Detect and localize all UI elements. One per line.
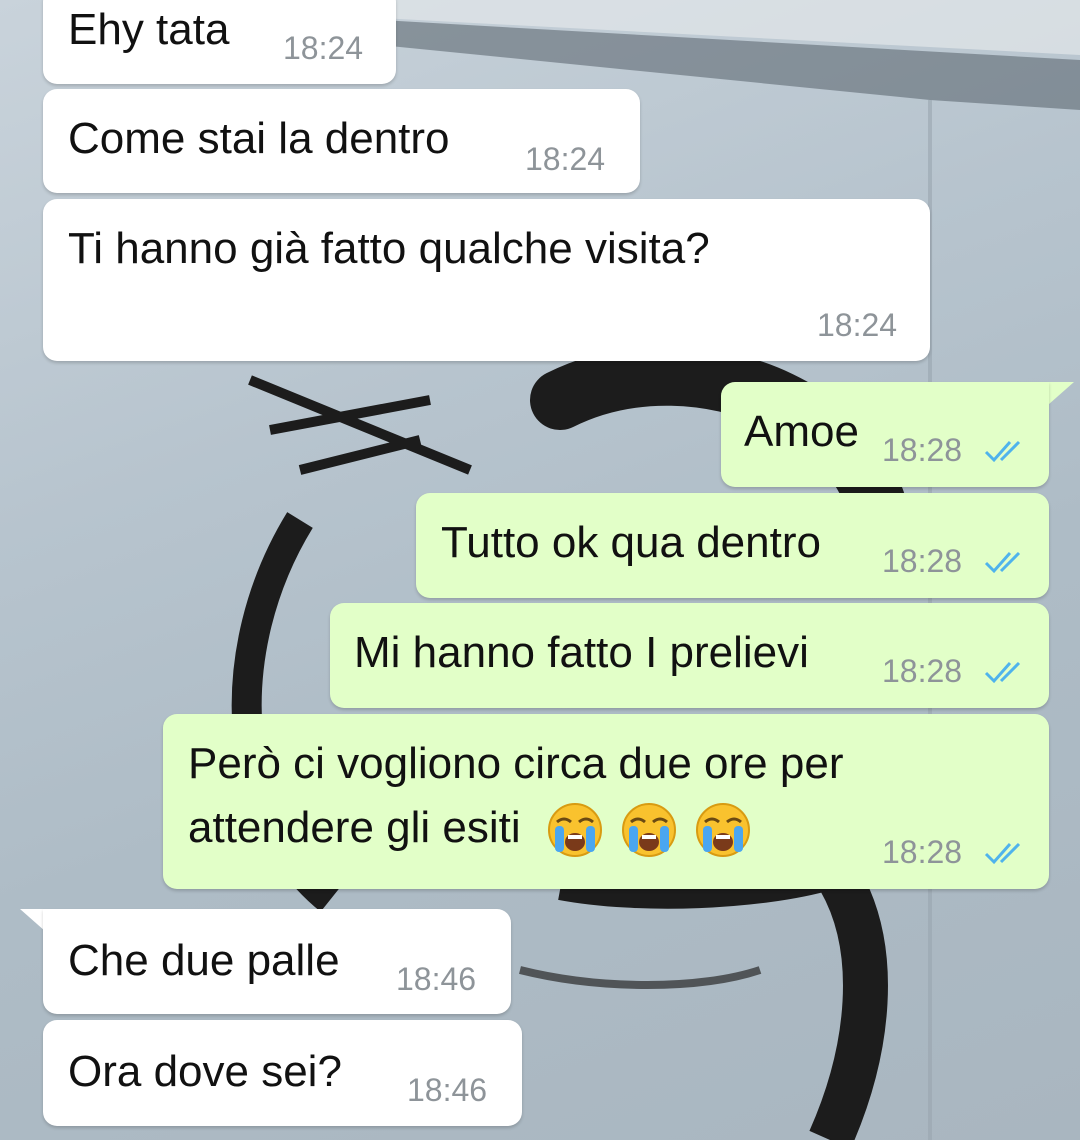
message-text: Tutto ok qua dentro <box>441 518 821 567</box>
loudly-crying-face-icon <box>622 803 677 858</box>
message-text: Come stai la dentro <box>68 114 450 163</box>
message-text: Amoe <box>744 407 859 456</box>
message-text: attendere gli esiti <box>188 803 521 852</box>
message-time: 18:24 <box>525 141 606 177</box>
message-time: 18:28 <box>882 653 963 689</box>
message-bubble-outgoing[interactable]: Tutto ok qua dentro 18:28 <box>416 493 1049 598</box>
message-time: 18:28 <box>882 432 963 468</box>
message-time: 18:24 <box>283 30 364 66</box>
message-bubble-incoming[interactable]: Ora dove sei? 18:46 <box>43 1020 522 1126</box>
message-bubble-incoming[interactable]: Ti hanno già fatto qualche visita? 18:24 <box>43 199 930 361</box>
read-double-check-icon <box>984 551 1021 574</box>
message-text: Ti hanno già fatto qualche visita? <box>68 224 710 273</box>
loudly-crying-face-icon <box>547 803 602 858</box>
message-bubble-outgoing[interactable]: Mi hanno fatto I prelievi 18:28 <box>330 603 1049 708</box>
read-double-check-icon <box>984 842 1021 865</box>
message-text: Ora dove sei? <box>68 1047 342 1096</box>
message-bubble-outgoing[interactable]: Però ci vogliono circa due ore per atten… <box>163 714 1049 889</box>
message-time: 18:28 <box>882 543 963 579</box>
message-time: 18:46 <box>407 1072 488 1108</box>
message-bubble-incoming[interactable]: Come stai la dentro 18:24 <box>43 89 640 193</box>
message-time: 18:46 <box>396 961 477 997</box>
message-text: Che due palle <box>68 936 340 985</box>
message-text-line1: Però ci vogliono circa due ore per <box>188 739 844 788</box>
message-time: 18:24 <box>817 307 898 343</box>
message-bubble-incoming[interactable]: Ehy tata 18:24 <box>43 0 396 84</box>
message-text: Mi hanno fatto I prelievi <box>354 628 809 677</box>
message-text: Ehy tata <box>68 5 230 54</box>
message-bubble-incoming[interactable]: Che due palle 18:46 <box>43 909 511 1014</box>
read-double-check-icon <box>984 661 1021 684</box>
message-bubble-outgoing[interactable]: Amoe 18:28 <box>721 382 1049 487</box>
read-double-check-icon <box>984 440 1021 463</box>
message-time: 18:28 <box>882 834 963 870</box>
message-text-line2: attendere gli esiti <box>188 800 751 858</box>
loudly-crying-face-icon <box>696 803 751 858</box>
